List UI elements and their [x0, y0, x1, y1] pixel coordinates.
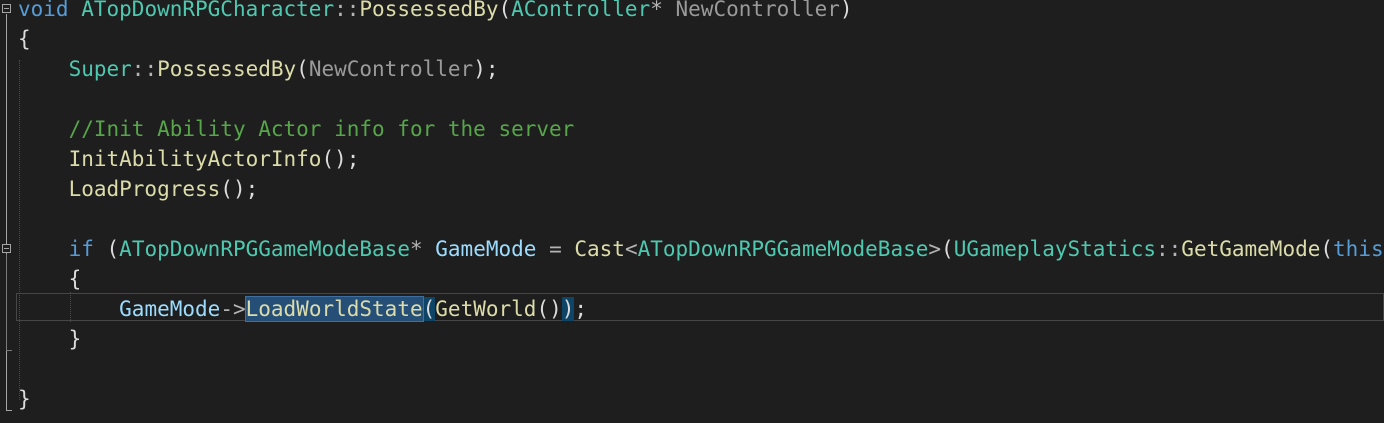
code-line[interactable]: GameMode->LoadWorldState(GetWorld());	[0, 294, 1384, 324]
code-token: )	[561, 297, 575, 321]
code-token: void	[18, 0, 69, 21]
code-token: (	[296, 57, 309, 81]
code-token: *	[409, 237, 436, 261]
code-token: GameMode	[119, 297, 221, 321]
code-line-text: GameMode->LoadWorldState(GetWorld());	[18, 294, 587, 324]
code-line[interactable]: void ATopDownRPGCharacter::PossessedBy(A…	[0, 0, 1384, 24]
code-line-text: {	[18, 264, 82, 294]
code-token: if	[68, 237, 94, 261]
code-token: InitAbilityActorInfo	[68, 147, 322, 171]
code-token: Cast	[574, 237, 625, 261]
code-token: NewController	[308, 57, 474, 81]
code-line-text: InitAbilityActorInfo();	[18, 144, 360, 174]
code-token: (	[498, 0, 512, 21]
code-token: *	[650, 0, 676, 21]
code-token: {	[18, 27, 31, 51]
code-token: (	[422, 297, 436, 321]
code-token: ::	[131, 57, 158, 81]
code-token: GetWorld	[435, 297, 537, 321]
code-line[interactable]: LoadProgress();	[0, 174, 1384, 204]
code-token: //Init Ability Actor info for the server	[68, 117, 575, 141]
code-token: }	[68, 327, 82, 351]
code-line[interactable]	[0, 204, 1384, 234]
code-token: LoadProgress	[68, 177, 221, 201]
code-token: >	[928, 237, 942, 261]
code-line[interactable]: if (ATopDownRPGGameModeBase* GameMode = …	[0, 234, 1384, 264]
code-line[interactable]: }	[0, 384, 1384, 414]
code-editor[interactable]: void ATopDownRPGCharacter::PossessedBy(A…	[0, 0, 1384, 423]
code-token: ;	[574, 297, 588, 321]
code-token: ()	[536, 297, 562, 321]
code-token: AController	[511, 0, 651, 21]
code-token: (	[941, 237, 954, 261]
code-line-text: void ATopDownRPGCharacter::PossessedBy(A…	[18, 0, 853, 24]
code-token: }	[18, 387, 31, 411]
code-line[interactable]: }	[0, 324, 1384, 354]
code-line[interactable]: InitAbilityActorInfo();	[0, 144, 1384, 174]
code-token: <	[624, 237, 638, 261]
code-line-text: }	[18, 384, 31, 414]
code-line-text: LoadProgress();	[18, 174, 259, 204]
code-token: (	[93, 237, 120, 261]
code-token: (	[1320, 237, 1334, 261]
code-line[interactable]: {	[0, 264, 1384, 294]
code-line-text: if (ATopDownRPGGameModeBase* GameMode = …	[18, 234, 1384, 264]
code-token: GameMode	[435, 237, 537, 261]
code-token: UGameplayStatics	[953, 237, 1156, 261]
code-line-text: //Init Ability Actor info for the server	[18, 114, 575, 144]
code-token: ATopDownRPGGameModeBase	[119, 237, 410, 261]
code-token: =	[536, 237, 575, 261]
code-token: LoadWorldState	[244, 296, 424, 322]
code-token: ->	[220, 297, 246, 321]
code-token: this	[1333, 237, 1384, 261]
code-token: )	[839, 0, 853, 21]
code-token: GetGameMode	[1181, 237, 1321, 261]
code-line[interactable]: {	[0, 24, 1384, 54]
code-token: Super	[68, 57, 132, 81]
code-line[interactable]: Super::PossessedBy(NewController);	[0, 54, 1384, 84]
code-line[interactable]: //Init Ability Actor info for the server	[0, 114, 1384, 144]
code-token: PossessedBy	[157, 57, 297, 81]
code-token: ::	[334, 0, 360, 21]
code-token: PossessedBy	[359, 0, 499, 21]
code-token: NewController	[675, 0, 840, 21]
code-line-text: {	[18, 24, 31, 54]
code-token: ATopDownRPGGameModeBase	[637, 237, 929, 261]
code-token: ::	[1156, 237, 1182, 261]
code-token: {	[68, 267, 82, 291]
code-line[interactable]	[0, 84, 1384, 114]
code-token: ATopDownRPGCharacter	[81, 0, 335, 21]
code-line-text: }	[18, 324, 82, 354]
code-token: ();	[220, 177, 259, 201]
code-token: ();	[321, 147, 360, 171]
code-token: );	[473, 57, 499, 81]
code-line[interactable]	[0, 354, 1384, 384]
code-line-text: Super::PossessedBy(NewController);	[18, 54, 499, 84]
